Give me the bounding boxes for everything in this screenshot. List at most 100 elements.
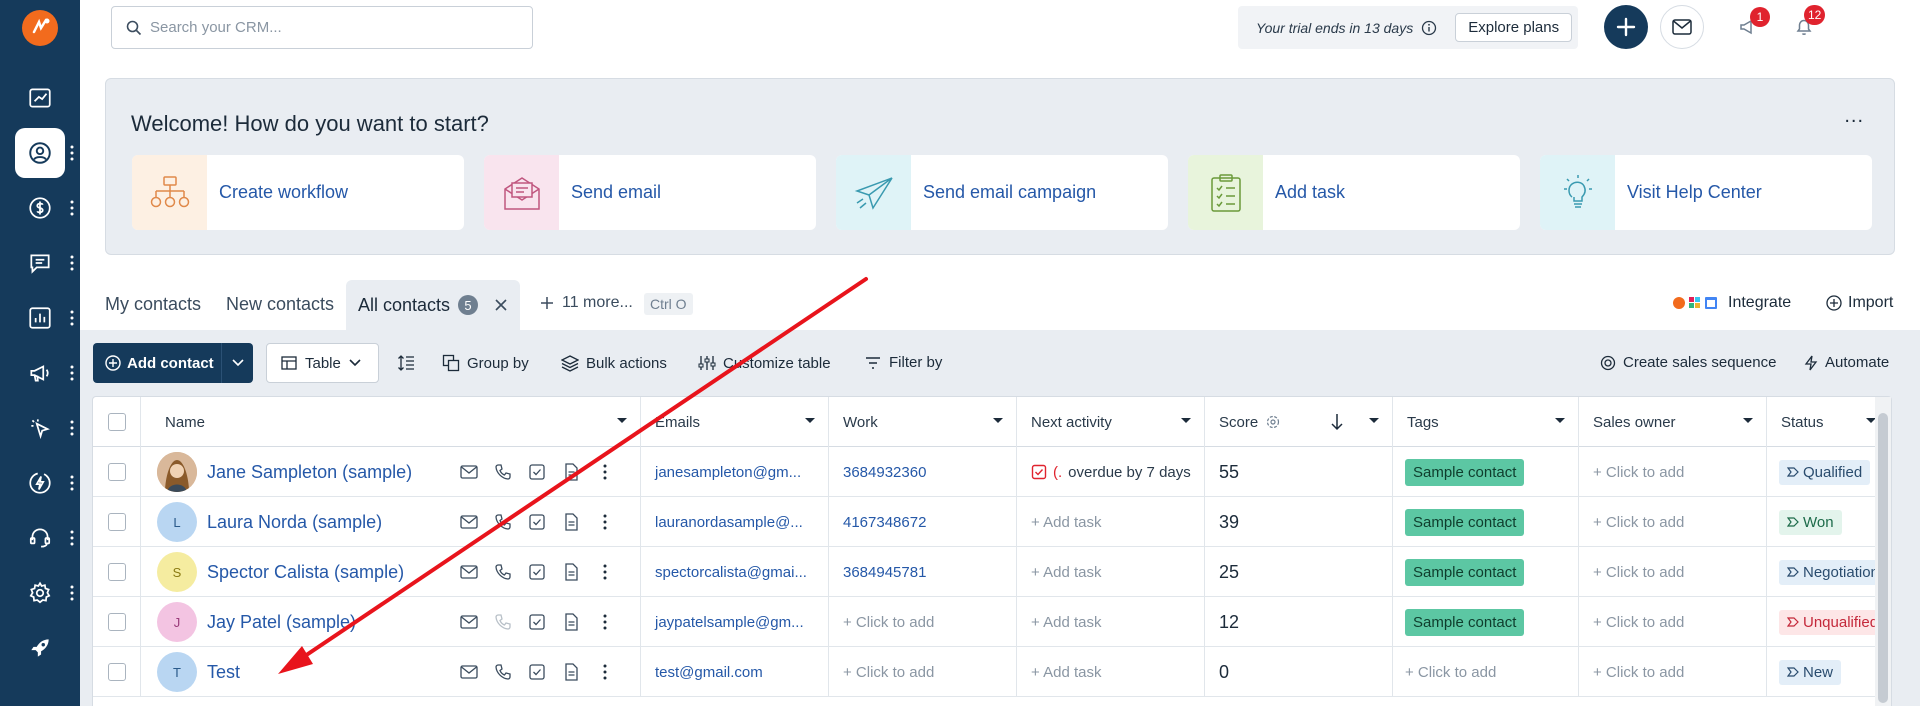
task-icon[interactable] [527, 562, 547, 582]
work-phone[interactable]: + Click to add [843, 614, 934, 631]
email-link[interactable]: spectorcalista@gmai... [655, 564, 807, 581]
chevron-down-icon[interactable] [804, 417, 816, 425]
add-owner-link[interactable]: + Click to add [1593, 514, 1684, 531]
column-header-sales-owner[interactable]: Sales owner [1579, 397, 1767, 447]
table-row[interactable]: Jane Sampleton (sample) janesampleton@gm… [93, 447, 1891, 497]
support-icon[interactable] [15, 513, 65, 563]
work-cell[interactable]: 3684932360 [829, 447, 1017, 497]
sales-owner-cell[interactable]: + Click to add [1579, 547, 1767, 597]
add-owner-link[interactable]: + Click to add [1593, 564, 1684, 581]
tag-badge[interactable]: Sample contact [1405, 558, 1525, 586]
sales-owner-cell[interactable]: + Click to add [1579, 497, 1767, 547]
next-activity-cell[interactable]: + Add task [1017, 647, 1205, 697]
search-input[interactable]: Search your CRM... [111, 6, 533, 49]
more-vertical-icon[interactable] [595, 512, 615, 532]
chevron-down-icon[interactable] [1180, 417, 1192, 425]
tags-cell[interactable]: Sample contact [1393, 597, 1579, 647]
tags-cell[interactable]: Sample contact [1393, 547, 1579, 597]
email-icon[interactable] [459, 562, 479, 582]
row-checkbox[interactable] [107, 613, 126, 631]
work-cell[interactable]: 3684945781 [829, 547, 1017, 597]
next-activity-cell[interactable]: + Add task [1017, 497, 1205, 547]
deals-icon[interactable] [15, 183, 65, 233]
vertical-scrollbar[interactable] [1875, 397, 1891, 706]
bulk-actions-button[interactable]: Bulk actions [561, 354, 667, 372]
email-link[interactable]: jaypatelsample@gm... [655, 614, 804, 631]
note-icon[interactable] [561, 612, 581, 632]
status-cell[interactable]: Unqualified [1767, 597, 1877, 647]
note-icon[interactable] [561, 662, 581, 682]
add-task-link[interactable]: + Add task [1031, 664, 1101, 681]
phone-icon[interactable] [493, 462, 513, 482]
next-activity-cell[interactable]: (. overdue by 7 days [1017, 447, 1205, 497]
scrollbar-thumb[interactable] [1878, 413, 1888, 703]
support-menu-dots[interactable] [70, 530, 74, 546]
app-logo[interactable] [22, 10, 58, 46]
column-header-score[interactable]: Score [1205, 397, 1393, 447]
more-vertical-icon[interactable] [595, 662, 615, 682]
add-contact-dropdown[interactable] [221, 343, 253, 383]
tab-my-contacts[interactable]: My contacts [105, 294, 201, 315]
more-vertical-icon[interactable] [595, 612, 615, 632]
row-checkbox[interactable] [107, 463, 126, 481]
add-owner-link[interactable]: + Click to add [1593, 664, 1684, 681]
column-header-emails[interactable]: Emails [641, 397, 829, 447]
settings-menu-dots[interactable] [70, 585, 74, 601]
tag-badge[interactable]: Sample contact [1405, 508, 1525, 536]
reports-menu-dots[interactable] [70, 310, 74, 326]
integrate-button[interactable]: Integrate [1672, 294, 1791, 312]
column-header-next-activity[interactable]: Next activity [1017, 397, 1205, 447]
row-checkbox[interactable] [107, 563, 126, 581]
contact-name-link[interactable]: Laura Norda (sample) [207, 512, 382, 533]
email-link[interactable]: janesampleton@gm... [655, 464, 801, 481]
column-header-tags[interactable]: Tags [1393, 397, 1579, 447]
work-phone[interactable]: 3684932360 [843, 464, 926, 481]
notifications-button[interactable]: 12 [1782, 5, 1826, 49]
more-views-button[interactable]: 11 more... [540, 294, 633, 312]
quick-add-button[interactable] [1604, 5, 1648, 49]
email-cell[interactable]: jaypatelsample@gm... [641, 597, 829, 647]
email-cell[interactable]: spectorcalista@gmai... [641, 547, 829, 597]
chevron-down-icon[interactable] [1368, 417, 1380, 425]
add-owner-link[interactable]: + Click to add [1593, 464, 1684, 481]
email-icon[interactable] [459, 462, 479, 482]
tab-new-contacts[interactable]: New contacts [226, 294, 334, 315]
note-icon[interactable] [561, 462, 581, 482]
work-cell[interactable]: 4167348672 [829, 497, 1017, 547]
add-owner-link[interactable]: + Click to add [1593, 614, 1684, 631]
tab-all-contacts[interactable]: All contacts 5 [346, 280, 520, 330]
add-contact-main[interactable]: Add contact [93, 355, 221, 372]
dashboard-icon[interactable] [15, 73, 65, 123]
info-icon[interactable] [1421, 20, 1437, 36]
status-badge[interactable]: Qualified [1779, 459, 1871, 485]
more-vertical-icon[interactable] [595, 462, 615, 482]
column-header-name[interactable]: Name [141, 397, 641, 447]
email-icon[interactable] [459, 512, 479, 532]
cursor-icon[interactable] [15, 403, 65, 453]
add-task-link[interactable]: + Add task [1031, 614, 1101, 631]
explore-plans-button[interactable]: Explore plans [1455, 13, 1573, 42]
email-cell[interactable]: lauranordasample@... [641, 497, 829, 547]
row-checkbox[interactable] [107, 513, 126, 531]
select-all-checkbox[interactable] [107, 413, 126, 431]
contact-name-link[interactable]: Test [207, 662, 240, 683]
add-tag-link[interactable]: + Click to add [1405, 664, 1496, 681]
next-activity-cell[interactable]: + Add task [1017, 547, 1205, 597]
phone-icon[interactable] [493, 612, 513, 632]
automate-button[interactable]: Automate [1804, 354, 1889, 371]
customize-table-button[interactable]: Customize table [698, 354, 831, 372]
reports-icon[interactable] [15, 293, 65, 343]
email-link[interactable]: lauranordasample@... [655, 514, 803, 531]
work-phone[interactable]: 4167348672 [843, 514, 926, 531]
table-row[interactable]: S Spector Calista (sample) spectorcalist… [93, 547, 1891, 597]
email-cell[interactable]: test@gmail.com [641, 647, 829, 697]
conversations-icon[interactable] [15, 238, 65, 288]
automation-icon[interactable] [15, 458, 65, 508]
phone-icon[interactable] [493, 512, 513, 532]
work-phone[interactable]: 3684945781 [843, 564, 926, 581]
sort-descending-icon[interactable] [1330, 413, 1344, 431]
group-by-button[interactable]: Group by [442, 354, 529, 372]
deals-menu-dots[interactable] [70, 200, 74, 216]
add-task-card[interactable]: Add task [1188, 155, 1520, 230]
email-icon[interactable] [459, 612, 479, 632]
